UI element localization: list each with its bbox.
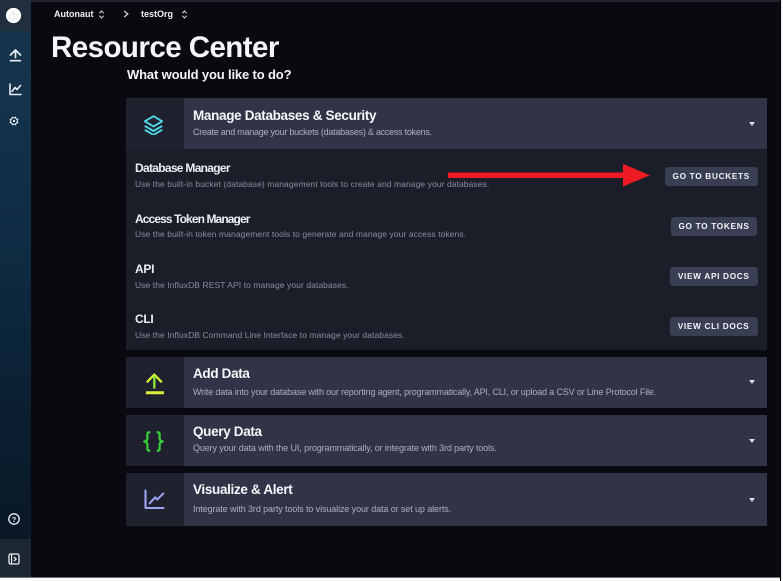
svg-text:?: ? <box>12 515 17 524</box>
